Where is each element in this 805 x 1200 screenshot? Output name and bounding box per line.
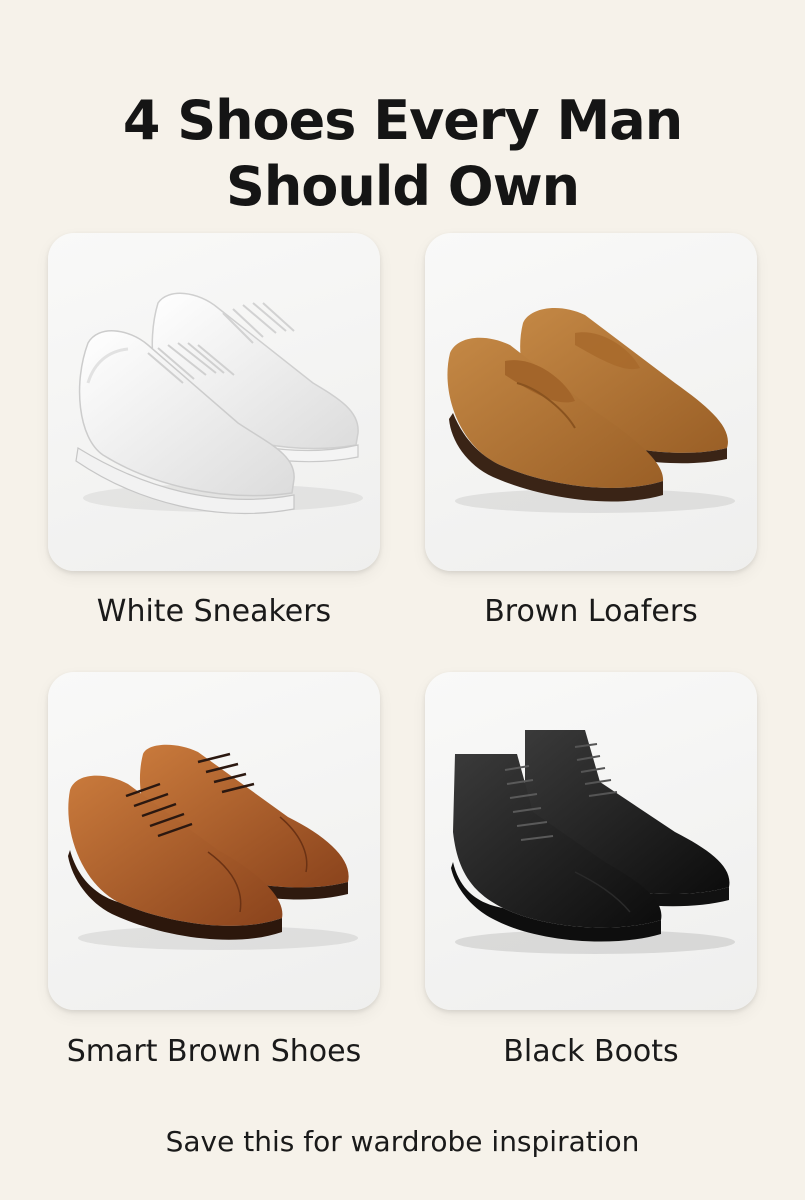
brown-loafers-image — [447, 308, 735, 513]
footer-caption: Save this for wardrobe inspiration — [165, 1125, 640, 1158]
label-white-sneakers: White Sneakers — [96, 594, 332, 629]
label-brown-loafers: Brown Loafers — [484, 594, 698, 629]
white-sneakers-image — [75, 292, 363, 514]
label-smart-brown-shoes: Smart Brown Shoes — [66, 1034, 362, 1069]
shoe-card-smart-brown-shoes — [48, 672, 380, 1010]
shoe-card-brown-loafers — [425, 233, 757, 571]
title-line-1: 4 Shoes Every Man — [122, 89, 683, 153]
smart-brown-shoes-image — [68, 744, 358, 950]
shoe-card-black-boots — [425, 672, 757, 1010]
shoe-card-white-sneakers — [48, 233, 380, 571]
label-black-boots: Black Boots — [503, 1034, 679, 1069]
title-line-2: Should Own — [225, 155, 580, 219]
black-boots-image — [451, 730, 735, 954]
page-title: 4 Shoes Every Man Should Own — [0, 88, 805, 220]
